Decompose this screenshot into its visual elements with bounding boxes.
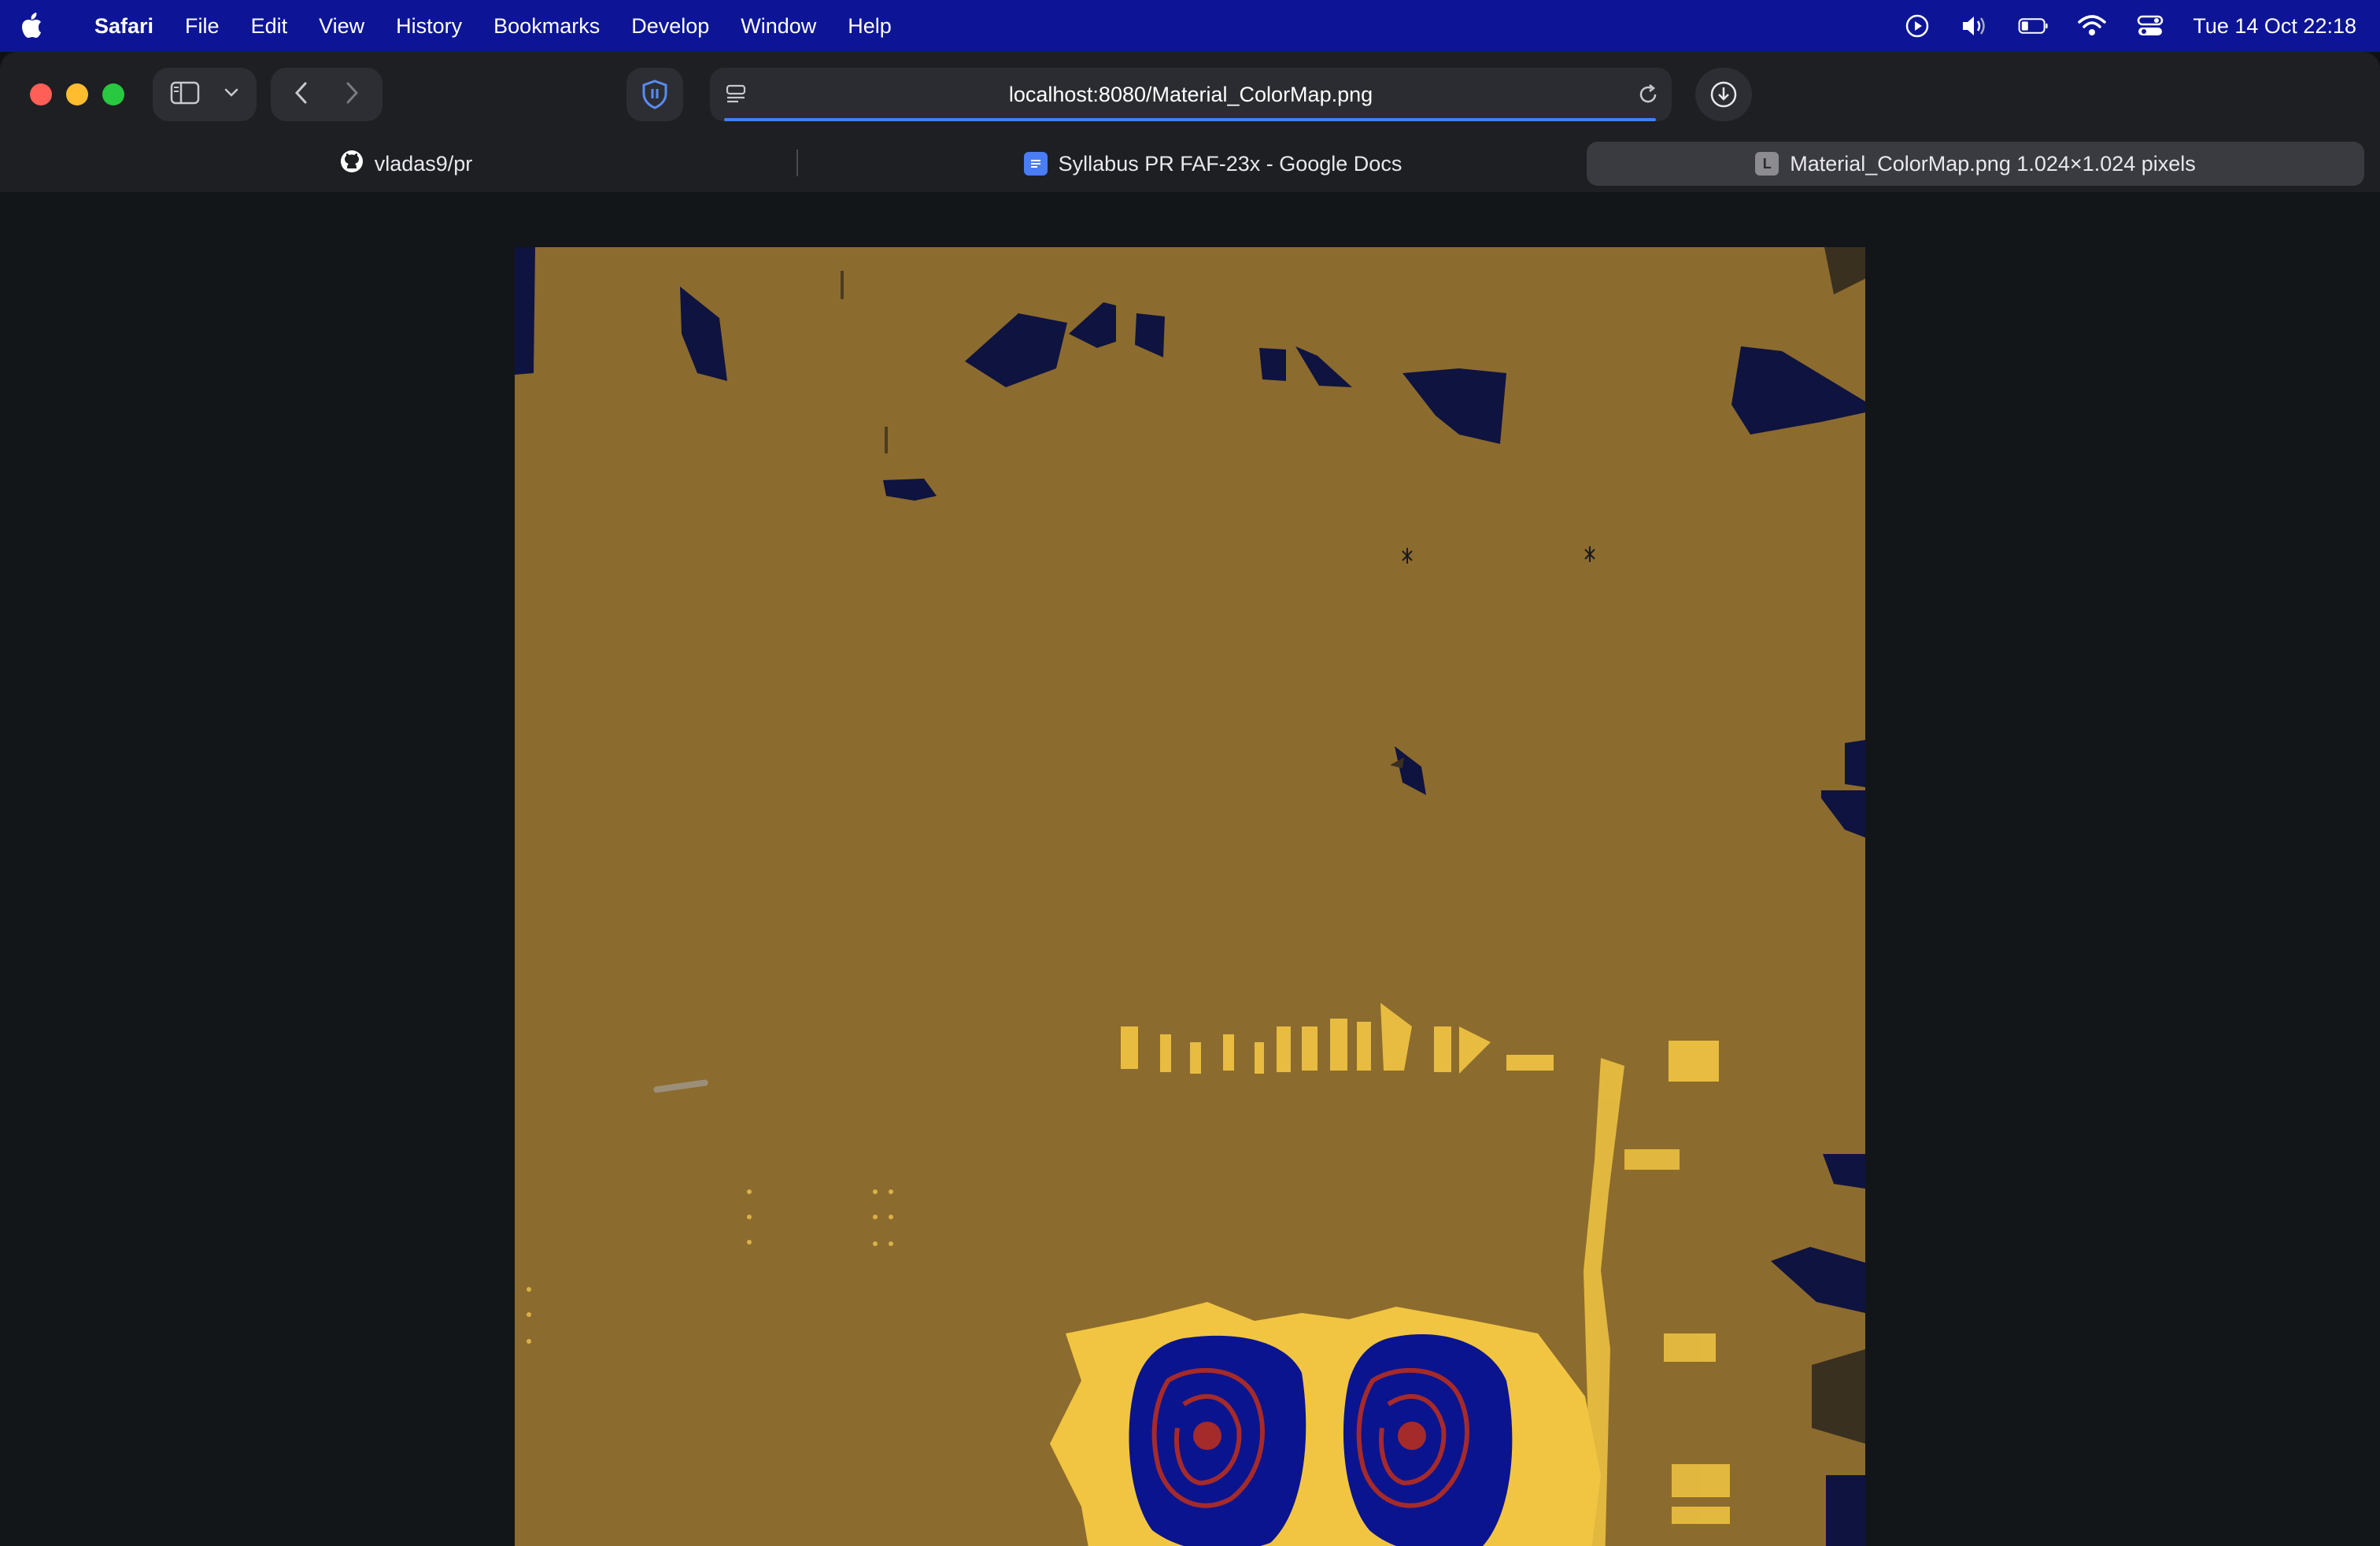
menu-edit[interactable]: Edit [235, 14, 304, 39]
battery-icon[interactable] [2018, 10, 2049, 42]
address-text[interactable]: localhost:8080/Material_ColorMap.png [1009, 83, 1373, 107]
control-center-icon[interactable] [2134, 10, 2166, 42]
menu-file[interactable]: File [169, 14, 235, 39]
address-bar[interactable]: localhost:8080/Material_ColorMap.png [710, 68, 1672, 121]
status-area: Tue 14 Oct 22:18 [1901, 0, 2356, 52]
chevron-down-icon[interactable] [224, 87, 239, 102]
page-menu-icon[interactable] [726, 83, 746, 109]
color-map-image[interactable] [515, 247, 1865, 1546]
tab-separator [796, 150, 798, 176]
play-icon[interactable] [1901, 10, 1933, 42]
tab-github[interactable]: vladas9/pr [13, 142, 800, 186]
menu-develop[interactable]: Develop [615, 14, 725, 39]
image-file-icon: L [1755, 152, 1779, 176]
zoom-window-button[interactable] [102, 83, 124, 105]
menu-bookmarks[interactable]: Bookmarks [478, 14, 615, 39]
tab-title: vladas9/pr [374, 151, 473, 176]
minimize-window-button[interactable] [66, 83, 88, 105]
browser-window: localhost:8080/Material_ColorMap.png vla… [0, 52, 2380, 1546]
download-icon [1710, 81, 1737, 108]
volume-icon[interactable] [1960, 10, 1991, 42]
sidebar-icon[interactable] [170, 81, 200, 109]
toolbar: localhost:8080/Material_ColorMap.png [0, 52, 2380, 137]
back-icon[interactable] [294, 80, 309, 109]
tab-title: Syllabus PR FAF-23x - Google Docs [1058, 151, 1402, 176]
forward-icon[interactable] [344, 80, 360, 109]
menu-app-name[interactable]: Safari [79, 14, 169, 39]
tab-bar: vladas9/pr Syllabus PR FAF-23x - Google … [0, 137, 2380, 192]
wifi-icon[interactable] [2076, 10, 2108, 42]
tab-image-active[interactable]: L Material_ColorMap.png 1.024×1.024 pixe… [1587, 142, 2364, 186]
shield-icon [642, 80, 667, 109]
page-content [0, 192, 2380, 1546]
menu-help[interactable]: Help [832, 14, 907, 39]
github-icon [340, 150, 364, 179]
apple-menu[interactable] [20, 13, 63, 39]
apple-icon [22, 13, 41, 38]
tab-google-docs[interactable]: Syllabus PR FAF-23x - Google Docs [800, 142, 1626, 186]
close-window-button[interactable] [30, 83, 52, 105]
tab-title: Material_ColorMap.png 1.024×1.024 pixels [1790, 151, 2196, 176]
page-load-progress [724, 118, 1656, 121]
menu-view[interactable]: View [303, 14, 380, 39]
menu-window[interactable]: Window [725, 14, 832, 39]
menu-history[interactable]: History [380, 14, 478, 39]
sidebar-toggle-group [153, 68, 257, 121]
navigation-group [271, 68, 382, 121]
reload-icon[interactable] [1637, 83, 1659, 111]
menu-clock[interactable]: Tue 14 Oct 22:18 [2193, 14, 2356, 39]
privacy-shield-button[interactable] [626, 68, 683, 121]
image-viewer [515, 247, 1865, 1546]
downloads-button[interactable] [1695, 68, 1752, 121]
menu-bar: Safari File Edit View History Bookmarks … [0, 0, 2380, 52]
google-docs-icon [1023, 152, 1048, 176]
